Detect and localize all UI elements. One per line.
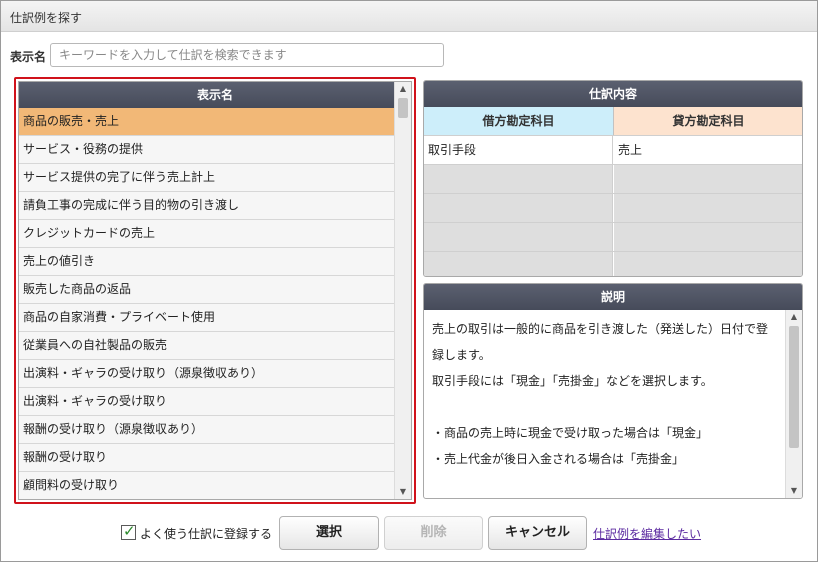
journal-row xyxy=(424,193,802,222)
footer-bar: ✓ よく使う仕訳に登録する 選択 削除 キャンセル 仕訳例を編集したい xyxy=(1,513,818,553)
list-item[interactable]: 出演料・ギャラの受け取り（源泉徴収あり） xyxy=(19,360,394,388)
description-line xyxy=(432,394,778,420)
journal-column-headers: 借方勘定科目 貸方勘定科目 xyxy=(424,107,802,135)
list-rows: 商品の販売・売上 サービス・役務の提供 サービス提供の完了に伴う売上計上 請負工事の完… xyxy=(19,108,394,499)
debit-cell xyxy=(424,252,613,276)
scroll-up-icon[interactable]: ▲ xyxy=(786,310,802,324)
search-input[interactable] xyxy=(50,43,444,67)
dialog-title: 仕訳例を探す xyxy=(10,11,83,25)
list-focus-frame: 表示名 商品の販売・売上 サービス・役務の提供 サービス提供の完了に伴う売上計上 請負… xyxy=(14,77,416,504)
journal-content-panel: 仕訳内容 借方勘定科目 貸方勘定科目 取引手段 売上 xyxy=(423,80,803,277)
credit-cell xyxy=(614,223,802,251)
list-item[interactable]: クレジットカードの売上 xyxy=(19,220,394,248)
description-line: 録します。 xyxy=(432,348,491,362)
debit-cell xyxy=(424,223,613,251)
list-item[interactable]: 販売した商品の返品 xyxy=(19,276,394,304)
checkmark-icon: ✓ xyxy=(123,522,136,540)
list-header: 表示名 xyxy=(19,82,411,108)
list-item[interactable]: 報酬の受け取り（源泉徴収あり） xyxy=(19,416,394,444)
register-favorite-label[interactable]: よく使う仕訳に登録する xyxy=(140,525,272,542)
debit-cell: 取引手段 xyxy=(424,136,613,164)
credit-cell xyxy=(614,252,802,276)
edit-examples-link[interactable]: 仕訳例を編集したい xyxy=(593,525,701,542)
description-text: 売上の取引は一般的に商品を引き渡した（発送した）日付で登 録します。取引手段には「… xyxy=(424,310,786,478)
journal-row xyxy=(424,251,802,276)
list-item[interactable]: 売上の値引き xyxy=(19,248,394,276)
journal-rows: 取引手段 売上 xyxy=(424,135,802,276)
list-item[interactable]: 商品の販売・売上 xyxy=(19,108,394,136)
scroll-down-icon[interactable]: ▼ xyxy=(786,484,802,498)
description-panel: 説明 売上の取引は一般的に商品を引き渡した（発送した）日付で登 録します。取引手段… xyxy=(423,283,803,499)
debit-header: 借方勘定科目 xyxy=(424,107,614,135)
delete-button[interactable]: 削除 xyxy=(384,516,483,550)
list-item[interactable]: 従業員への自社製品の販売 xyxy=(19,332,394,360)
list-item[interactable]: 報酬の受け取り xyxy=(19,444,394,472)
cancel-button[interactable]: キャンセル xyxy=(488,516,587,550)
credit-cell xyxy=(614,194,802,222)
title-bar: 仕訳例を探す xyxy=(1,1,817,32)
scroll-up-icon[interactable]: ▲ xyxy=(395,82,411,96)
credit-cell xyxy=(614,165,802,193)
journal-example-list: 表示名 商品の販売・売上 サービス・役務の提供 サービス提供の完了に伴う売上計上 請負… xyxy=(18,81,412,500)
register-favorite-checkbox[interactable]: ✓ xyxy=(121,522,136,540)
description-line: 売上の取引は一般的に商品を引き渡した（発送した）日付で登 xyxy=(432,322,769,336)
debit-cell xyxy=(424,165,613,193)
list-item[interactable]: サービス提供の完了に伴う売上計上 xyxy=(19,164,394,192)
credit-cell: 売上 xyxy=(614,136,802,164)
journal-row xyxy=(424,164,802,193)
credit-header: 貸方勘定科目 xyxy=(614,107,802,135)
search-label: 表示名 xyxy=(10,50,47,64)
list-scroll-thumb[interactable] xyxy=(398,98,408,118)
description-header: 説明 xyxy=(424,284,802,310)
debit-cell xyxy=(424,194,613,222)
description-line: 取引手段には「現金」「売掛金」などを選択します。 xyxy=(432,374,713,388)
list-scrollbar[interactable]: ▲ ▼ xyxy=(394,82,411,499)
select-button[interactable]: 選択 xyxy=(279,516,379,550)
list-item[interactable]: サービス・役務の提供 xyxy=(19,136,394,164)
list-item[interactable]: 請負工事の完成に伴う目的物の引き渡し xyxy=(19,192,394,220)
dialog-window: 仕訳例を探す 表示名 表示名 商品の販売・売上サービス・役務の提供サービス提供の… xyxy=(0,0,818,562)
list-item[interactable]: 顧問料の受け取り xyxy=(19,472,394,499)
description-line: ・商品の売上時に現金で受け取った場合は「現金」 xyxy=(432,426,709,440)
description-line: ・売上代金が後日入金される場合は「売掛金」 xyxy=(432,452,685,466)
list-item[interactable]: 商品の自家消費・プライベート使用 xyxy=(19,304,394,332)
description-scroll-thumb[interactable] xyxy=(789,326,799,448)
list-item[interactable]: 出演料・ギャラの受け取り xyxy=(19,388,394,416)
journal-header: 仕訳内容 xyxy=(424,81,802,107)
journal-row xyxy=(424,222,802,251)
description-scrollbar[interactable]: ▲ ▼ xyxy=(785,310,802,498)
scroll-down-icon[interactable]: ▼ xyxy=(395,485,411,499)
journal-row: 取引手段 売上 xyxy=(424,135,802,164)
